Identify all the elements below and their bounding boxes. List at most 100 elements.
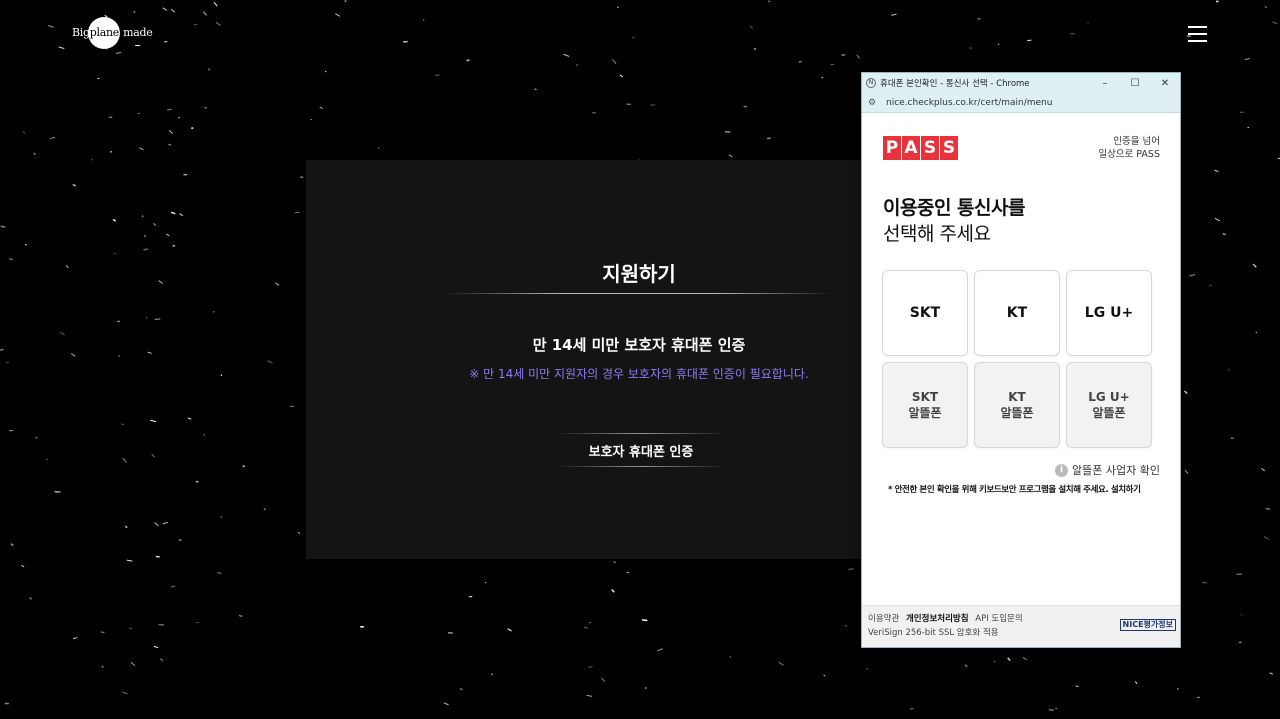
minimize-button[interactable]: – (1090, 73, 1120, 93)
star (626, 571, 630, 574)
star (1214, 217, 1221, 222)
guardian-phone-auth-button[interactable]: 보호자 휴대폰 인증 (554, 433, 728, 467)
carrier-kt-mvno-button[interactable]: KT 알뜰폰 (974, 362, 1060, 448)
carrier-lgu-button[interactable]: LG U+ (1066, 270, 1152, 356)
star (778, 661, 784, 666)
star (195, 621, 200, 624)
star (153, 222, 157, 226)
site-settings-icon[interactable]: ⚙ (868, 98, 880, 108)
star (130, 661, 136, 667)
star (126, 559, 133, 562)
carrier-label: SKT (911, 390, 939, 404)
carrier-label: KT (1006, 305, 1028, 321)
star (1263, 536, 1270, 540)
star (267, 360, 273, 364)
close-button[interactable]: ✕ (1150, 73, 1180, 93)
star (588, 666, 593, 668)
maximize-button[interactable]: ☐ (1120, 73, 1150, 93)
star (58, 46, 65, 50)
terms-link[interactable]: 이용약관 (868, 614, 899, 624)
star (124, 525, 128, 529)
star (1189, 273, 1196, 277)
star (101, 665, 104, 668)
star (443, 702, 449, 706)
star (70, 353, 76, 357)
star (117, 320, 121, 323)
star (112, 218, 117, 222)
carrier-skt-button[interactable]: SKT (882, 270, 968, 356)
security-note: * 안전한 본인 확인을 위해 키보드보안 프로그램을 설치해 주세요. 설치하… (888, 483, 1141, 495)
star (1244, 58, 1250, 61)
star (122, 457, 127, 463)
star (1214, 169, 1219, 173)
star (612, 59, 617, 64)
carrier-sublabel: 알뜰폰 (1092, 406, 1126, 420)
star (121, 423, 124, 426)
hamburger-icon[interactable] (1188, 26, 1207, 42)
star (641, 619, 648, 622)
star (749, 25, 754, 29)
star (162, 7, 168, 11)
carrier-label: LG U+ (1084, 305, 1134, 321)
carrier-lgu-mvno-button[interactable]: LG U+ 알뜰폰 (1066, 362, 1152, 448)
star (768, 0, 771, 3)
star (141, 215, 144, 217)
star (170, 211, 176, 215)
star (172, 245, 176, 247)
carrier-skt-mvno-button[interactable]: SKT 알뜰폰 (882, 362, 968, 448)
star (217, 571, 222, 575)
star (193, 23, 198, 26)
carrier-select-heading: 이용중인 통신사를 선택해 주세요 (883, 195, 1025, 247)
star (856, 54, 860, 59)
bigplanetmade-logo[interactable]: Big planet made (72, 17, 153, 49)
star (0, 348, 4, 351)
star (1055, 707, 1057, 710)
star (10, 543, 14, 547)
nice-logo: NICE평가정보 (1119, 619, 1176, 631)
star (1048, 708, 1054, 712)
star (422, 19, 425, 21)
api-inquiry-link[interactable]: API 도입문의 (975, 614, 1022, 624)
window-title: 휴대폰 본인확인 - 통신사 선택 - Chrome (880, 79, 1030, 89)
star (1240, 614, 1242, 616)
mvno-info-label: 알뜰폰 사업자 확인 (1072, 464, 1160, 477)
star (143, 248, 149, 251)
carrier-sublabel: 알뜰폰 (908, 406, 942, 420)
logo-text-1: Big (72, 25, 90, 39)
star (8, 257, 13, 261)
info-icon: i (1055, 463, 1069, 477)
star (823, 674, 826, 677)
carrier-label: KT (1008, 390, 1026, 404)
star (866, 667, 869, 670)
privacy-link[interactable]: 개인정보처리방침 (906, 614, 969, 624)
star (613, 561, 617, 564)
star (109, 150, 113, 153)
mvno-info-link[interactable]: i 알뜰폰 사업자 확인 (1055, 462, 1160, 478)
window-titlebar[interactable]: N 휴대폰 본인확인 - 통신사 선택 - Chrome – ☐ ✕ (862, 73, 1180, 93)
star (158, 280, 164, 284)
pass-logo-letter: S (940, 136, 958, 160)
star (534, 88, 537, 91)
star (821, 76, 824, 79)
star (619, 74, 623, 78)
install-link[interactable]: 설치하기 (1111, 485, 1141, 495)
address-bar[interactable]: ⚙ nice.checkplus.co.kr/cert/main/menu (862, 93, 1180, 113)
star (1184, 469, 1189, 474)
star (1176, 688, 1179, 690)
logo-text-3: made (123, 25, 153, 39)
carrier-kt-button[interactable]: KT (974, 270, 1060, 356)
star (583, 626, 588, 629)
star (139, 147, 144, 151)
pass-logo-letter: S (921, 136, 939, 160)
star (290, 405, 295, 408)
star (21, 564, 25, 568)
star (220, 516, 223, 518)
star (22, 131, 26, 134)
star (166, 233, 170, 237)
star (215, 21, 221, 26)
star (151, 453, 155, 458)
star (977, 17, 981, 21)
site-favicon-icon: N (866, 78, 876, 88)
star (238, 614, 243, 618)
star (49, 136, 56, 140)
